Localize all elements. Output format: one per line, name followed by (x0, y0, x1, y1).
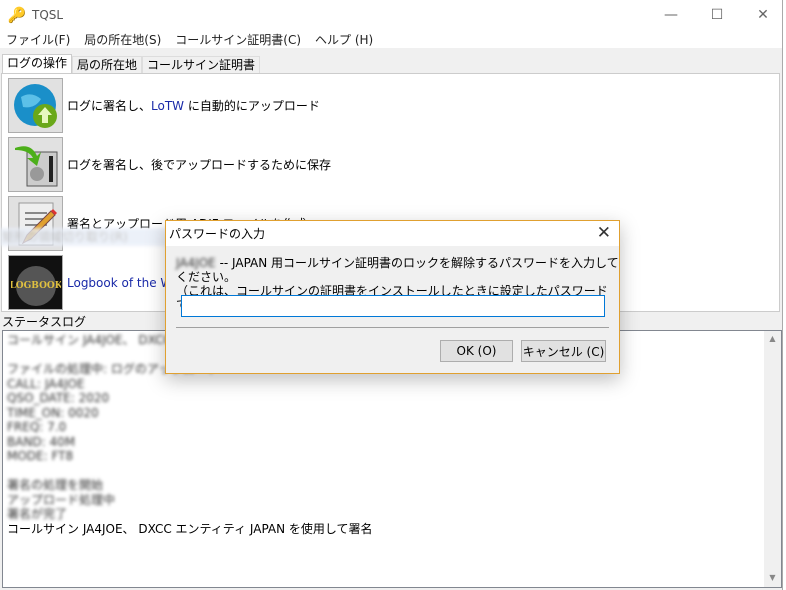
password-dialog: パスワードの入力 ✕ JA4JOE -- JAPAN 用コールサイン証明書のロッ… (165, 220, 620, 374)
tab-log-operations[interactable]: ログの操作 (2, 54, 73, 74)
sign-upload-button[interactable] (8, 78, 63, 133)
sign-upload-action[interactable]: ログに署名し、LoTW に自動的にアップロード (8, 78, 320, 133)
sign-save-button[interactable] (8, 137, 63, 192)
tab-callsign-certificate[interactable]: コールサイン証明書 (142, 56, 261, 74)
close-button[interactable]: ✕ (740, 0, 786, 30)
log-line: 署名の処理を開始 (7, 478, 104, 492)
logbook-logo-icon: LOGBOOK (11, 265, 61, 306)
menu-help[interactable]: ヘルプ (H) (315, 31, 373, 48)
sign-save-label: ログを署名し、後でアップロードするために保存 (67, 158, 332, 172)
sign-upload-label: ログに署名し、 (67, 99, 152, 113)
lotw-link-text: LoTW (151, 99, 185, 113)
log-line: FREQ: 7.0 (7, 420, 67, 434)
cancel-button[interactable]: キャンセル (C) (521, 340, 606, 362)
minimize-button[interactable]: — (648, 0, 694, 30)
globe-upload-icon (13, 83, 57, 128)
menu-file[interactable]: ファイル(F) (6, 31, 70, 48)
window-border (782, 0, 786, 590)
log-line: コールサイン JA4JOE、 DXCC エンティティ JAPAN を使用して署名 (7, 521, 373, 536)
blurred-callsign: JA4JOE (176, 256, 216, 270)
dialog-title: パスワードの入力 (169, 227, 266, 241)
lotw-website-action[interactable]: LOGBOOK Logbook of the W (8, 255, 172, 310)
scroll-down-icon[interactable]: ▼ (764, 570, 781, 587)
save-disk-icon (14, 145, 57, 186)
log-line: BAND: 40M (7, 434, 76, 449)
log-line: アップロード処理中 (7, 492, 116, 507)
log-line: TIME_ON: 0020 (7, 405, 99, 420)
scroll-up-icon[interactable]: ▲ (764, 331, 781, 348)
status-log-label: ステータスログ (2, 315, 87, 329)
log-line: QSO_DATE: 2020 (7, 391, 110, 405)
password-input[interactable] (181, 295, 605, 317)
ok-button[interactable]: OK (O) (440, 340, 513, 362)
scrollbar[interactable]: ▲ ▼ (764, 331, 781, 587)
menu-station-location[interactable]: 局の所在地(S) (84, 31, 161, 48)
title-bar: 🔑 TQSL — ☐ ✕ (0, 0, 786, 30)
log-line: 署名が完了 (7, 507, 68, 521)
menu-bar: ファイル(F) 局の所在地(S) コールサイン証明書(C) ヘルプ (H) (0, 30, 782, 48)
ghost-menu-item: 矩形の領域切り取り(R) (0, 228, 170, 246)
maximize-button[interactable]: ☐ (694, 0, 740, 30)
log-line: MODE: FT8 (7, 449, 74, 463)
dialog-close-icon[interactable]: ✕ (597, 223, 611, 243)
menu-callsign-certificate[interactable]: コールサイン証明書(C) (175, 31, 301, 48)
window-title: TQSL (32, 8, 64, 22)
dialog-separator (176, 327, 609, 328)
tab-station-location[interactable]: 局の所在地 (72, 56, 143, 74)
sign-save-action[interactable]: ログを署名し、後でアップロードするために保存 (8, 137, 331, 192)
lotw-website-label: Logbook of the W (67, 275, 173, 290)
sign-upload-label-suffix: に自動的にアップロード (184, 99, 320, 113)
svg-text:LOGBOOK: LOGBOOK (11, 281, 61, 291)
dialog-message-line1: -- JAPAN 用コールサイン証明書のロックを解除するパスワードを入力してくだ… (176, 256, 619, 284)
log-line: CALL: JA4JOE (7, 376, 85, 391)
key-icon: 🔑 (7, 6, 27, 24)
lotw-logo-button[interactable]: LOGBOOK (8, 255, 63, 310)
